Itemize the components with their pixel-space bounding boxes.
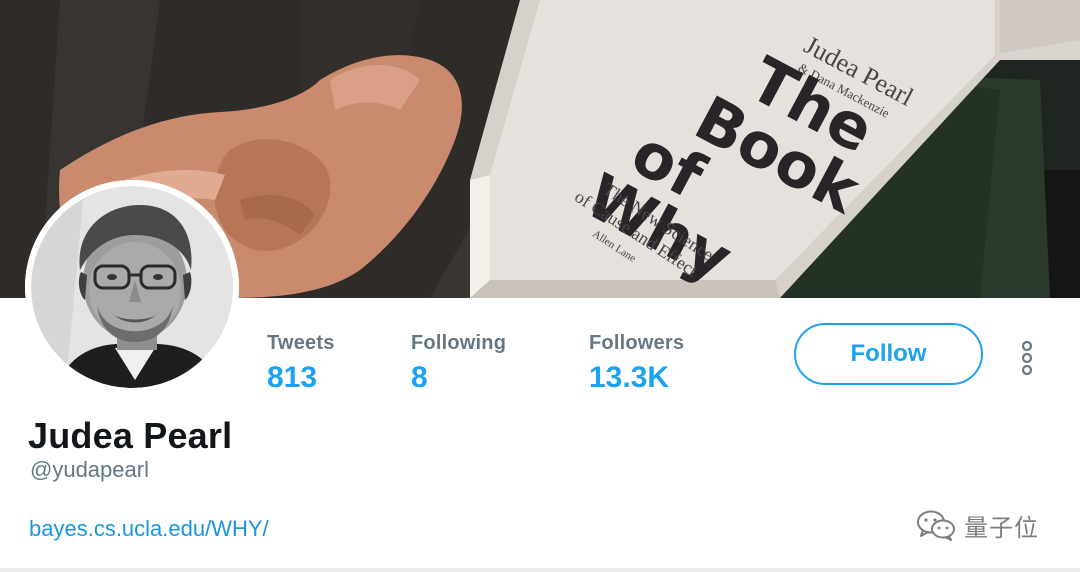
follow-button[interactable]: Follow xyxy=(794,323,983,385)
stat-followers-value: 13.3K xyxy=(589,361,670,394)
stat-following-label: Following xyxy=(411,332,507,354)
stat-followers[interactable]: Followers 13.3K xyxy=(589,330,684,398)
stat-following[interactable]: Following 8 xyxy=(411,330,506,398)
stat-tweets[interactable]: Tweets 813 xyxy=(267,330,335,398)
wechat-icon xyxy=(917,510,955,541)
stat-following-value: 8 xyxy=(411,361,428,394)
profile-website-link[interactable]: bayes.cs.ucla.edu/WHY/ xyxy=(29,514,269,544)
stat-tweets-label: Tweets xyxy=(267,332,335,354)
profile-name: Judea Pearl xyxy=(28,415,233,456)
profile-handle: @yudapearl xyxy=(30,457,149,482)
divider xyxy=(0,568,1080,572)
more-options-button[interactable] xyxy=(1012,338,1042,378)
watermark: 量子位 xyxy=(916,507,1039,543)
profile-avatar[interactable] xyxy=(25,180,239,394)
profile-page: Judea Pearl & Dana Mackenzie The Book of… xyxy=(0,0,1080,572)
stat-tweets-value: 813 xyxy=(267,361,318,394)
more-vertical-icon xyxy=(1021,341,1033,375)
watermark-text: 量子位 xyxy=(964,513,1039,542)
stat-followers-label: Followers xyxy=(589,332,685,354)
